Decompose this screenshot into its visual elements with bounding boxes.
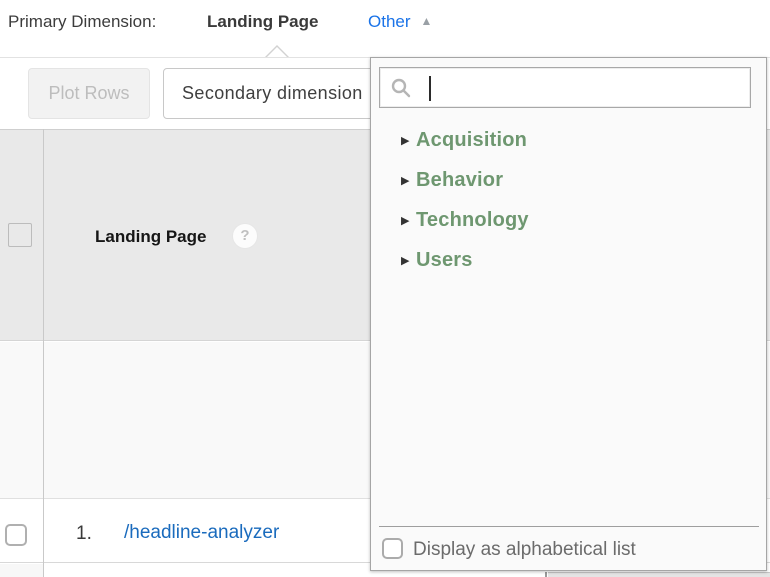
category-label: Behavior	[416, 169, 503, 192]
plot-rows-button[interactable]: Plot Rows	[28, 68, 150, 119]
category-acquisition[interactable]: ▶ Acquisition	[371, 120, 766, 160]
dimension-dropdown-panel: ▶ Acquisition ▶ Behavior ▶ Technology ▶ …	[370, 57, 767, 571]
category-technology[interactable]: ▶ Technology	[371, 200, 766, 240]
next-row-checkbox-column	[0, 564, 43, 577]
landing-page-column-header[interactable]: Landing Page	[95, 227, 206, 247]
landing-page-link[interactable]: /headline-analyzer	[124, 522, 279, 544]
dimension-search-box[interactable]	[379, 67, 751, 108]
panel-divider	[379, 526, 759, 527]
category-label: Users	[416, 249, 473, 272]
active-tab-notch-fill	[267, 47, 287, 57]
help-icon[interactable]: ?	[233, 224, 257, 248]
alphabetical-checkbox-label[interactable]: Display as alphabetical list	[413, 539, 636, 561]
row-checkbox[interactable]	[5, 524, 27, 546]
select-all-checkbox[interactable]	[8, 223, 32, 247]
search-icon	[390, 77, 412, 99]
expander-icon: ▶	[401, 254, 416, 267]
other-dimension-dropdown-toggle[interactable]: Other ▲	[368, 12, 432, 32]
primary-dimension-selected-tab[interactable]: Landing Page	[207, 12, 318, 32]
primary-dimension-label: Primary Dimension:	[8, 12, 156, 32]
column-divider	[43, 129, 44, 577]
expander-icon: ▶	[401, 134, 416, 147]
caret-up-icon: ▲	[421, 14, 433, 28]
category-label: Acquisition	[416, 129, 527, 152]
alphabetical-checkbox[interactable]	[382, 538, 403, 559]
other-label: Other	[368, 12, 411, 31]
dimension-category-list: ▶ Acquisition ▶ Behavior ▶ Technology ▶ …	[371, 120, 766, 280]
expander-icon: ▶	[401, 174, 416, 187]
dimension-search-input[interactable]	[440, 72, 740, 103]
expander-icon: ▶	[401, 214, 416, 227]
category-users[interactable]: ▶ Users	[371, 240, 766, 280]
analytics-report-view: Primary Dimension: Landing Page Other ▲ P…	[0, 0, 770, 577]
category-label: Technology	[416, 209, 529, 232]
category-behavior[interactable]: ▶ Behavior	[371, 160, 766, 200]
metric-column-divider	[545, 572, 547, 577]
text-cursor	[429, 76, 431, 101]
row-index: 1.	[76, 523, 92, 545]
metric-column-area	[548, 572, 770, 577]
